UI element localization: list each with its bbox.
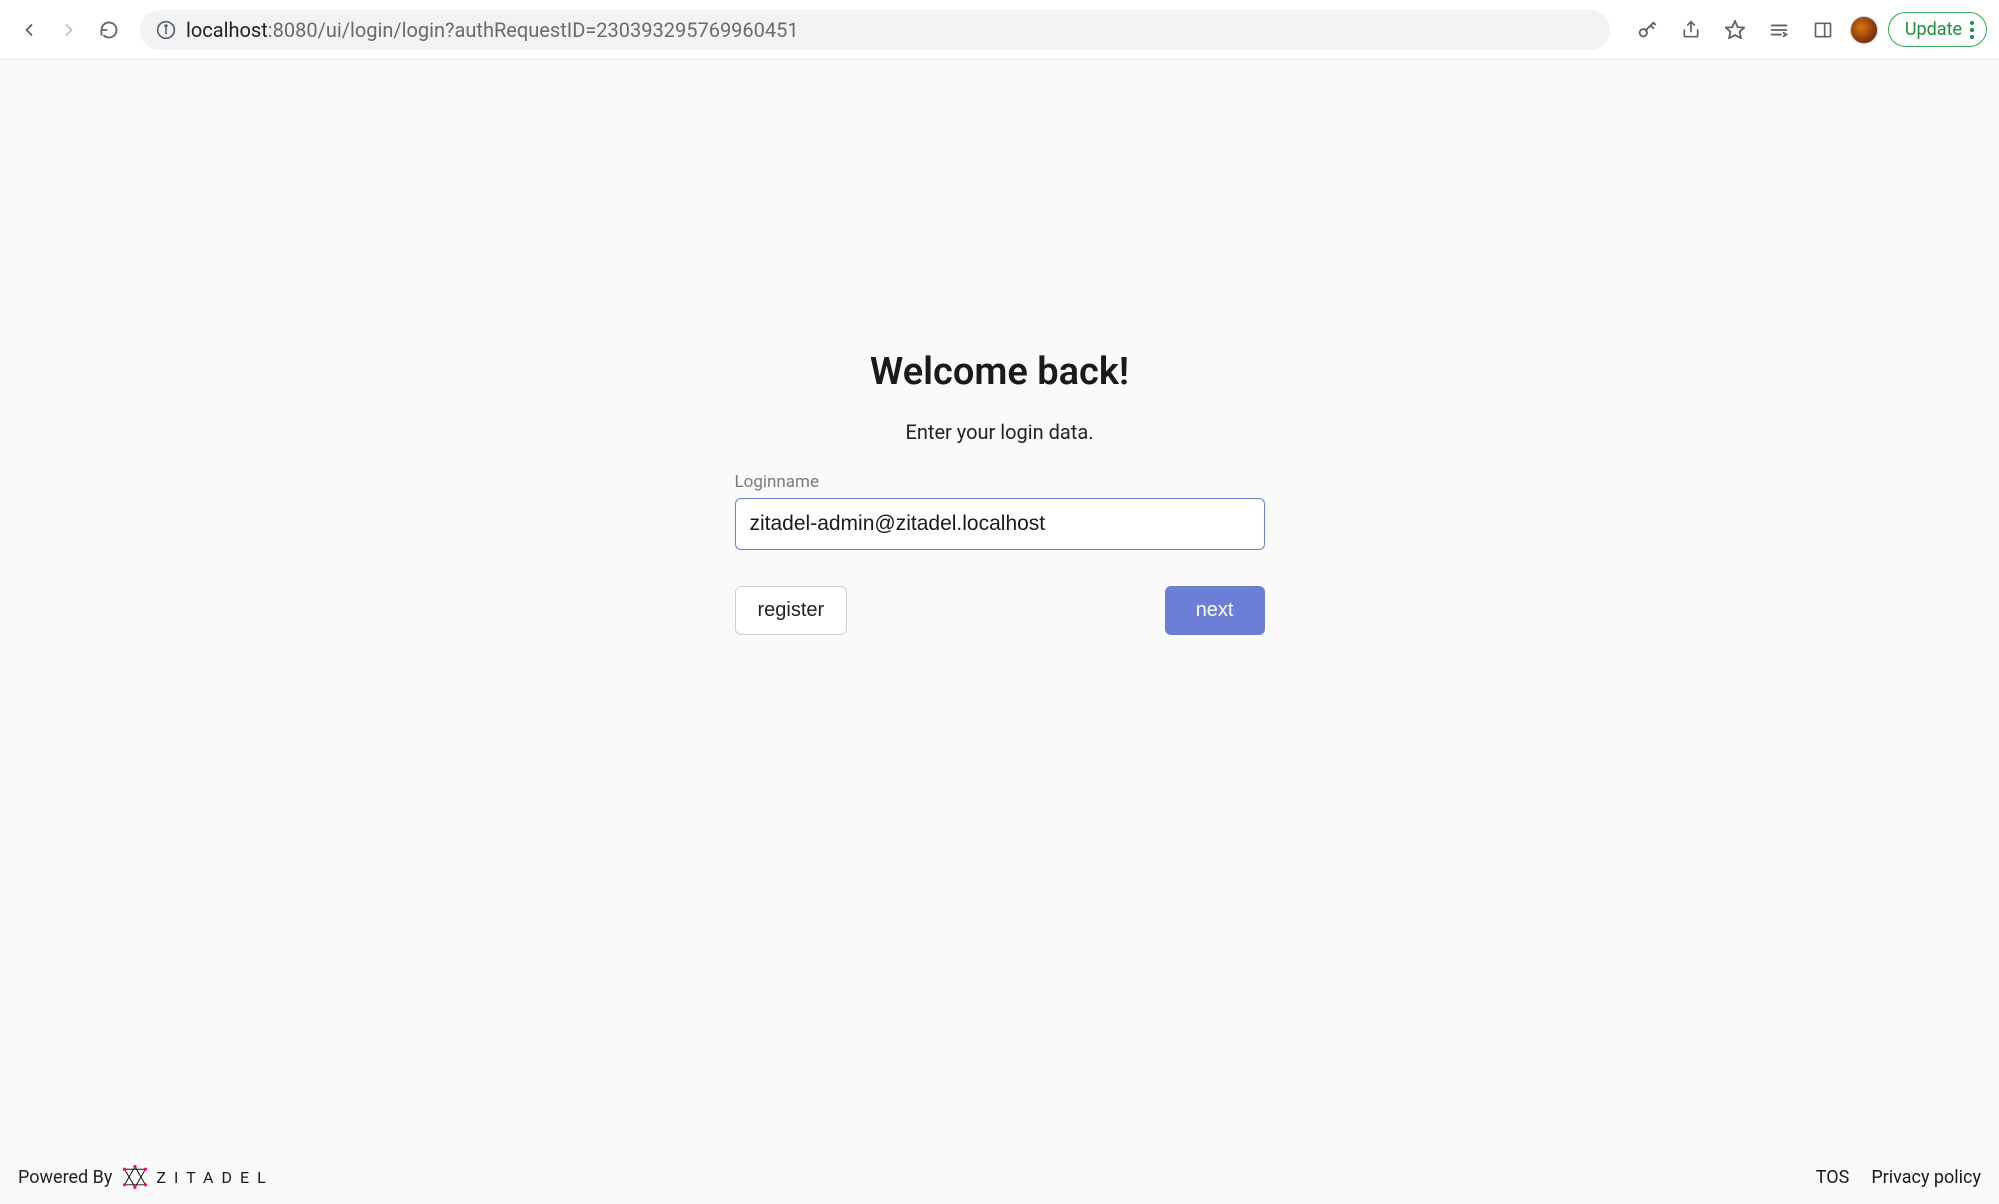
kebab-menu-icon (1970, 21, 1974, 39)
zitadel-logo[interactable]: ZITADEL (122, 1164, 273, 1190)
site-info-icon[interactable] (156, 20, 176, 40)
url-path: :8080/ui/login/login?authRequestID=23039… (268, 18, 799, 42)
back-button[interactable] (12, 13, 46, 47)
powered-by-label: Powered By (18, 1167, 112, 1188)
button-row: register next (735, 586, 1265, 635)
bookmark-star-icon[interactable] (1718, 13, 1752, 47)
loginname-field-block: Loginname (735, 472, 1265, 550)
address-bar[interactable]: localhost:8080/ui/login/login?authReques… (140, 10, 1610, 50)
url-host: localhost (186, 18, 268, 42)
page-subtitle: Enter your login data. (905, 420, 1093, 444)
update-button[interactable]: Update (1888, 12, 1987, 47)
privacy-link[interactable]: Privacy policy (1871, 1167, 1981, 1188)
reload-button[interactable] (92, 13, 126, 47)
footer-left: Powered By ZITADEL (18, 1164, 274, 1190)
share-icon[interactable] (1674, 13, 1708, 47)
reading-list-icon[interactable] (1762, 13, 1796, 47)
url-text: localhost:8080/ui/login/login?authReques… (186, 18, 1594, 42)
page-title: Welcome back! (870, 350, 1129, 394)
key-icon[interactable] (1630, 13, 1664, 47)
loginname-input[interactable] (735, 498, 1265, 550)
loginname-label: Loginname (735, 472, 1265, 492)
zitadel-logo-icon (122, 1164, 148, 1190)
footer: Powered By ZITADEL TOS Privacy policy (0, 1150, 1999, 1204)
register-button[interactable]: register (735, 586, 848, 635)
next-button[interactable]: next (1165, 586, 1265, 635)
update-label: Update (1905, 19, 1962, 40)
tos-link[interactable]: TOS (1816, 1167, 1850, 1188)
login-panel: Welcome back! Enter your login data. Log… (0, 60, 1999, 1150)
page-body: Welcome back! Enter your login data. Log… (0, 60, 1999, 1204)
toolbar-right: Update (1624, 12, 1987, 47)
zitadel-logo-text: ZITADEL (156, 1168, 273, 1187)
footer-right: TOS Privacy policy (1816, 1167, 1981, 1188)
side-panel-icon[interactable] (1806, 13, 1840, 47)
browser-toolbar: localhost:8080/ui/login/login?authReques… (0, 0, 1999, 60)
forward-button[interactable] (52, 13, 86, 47)
profile-avatar[interactable] (1850, 16, 1878, 44)
